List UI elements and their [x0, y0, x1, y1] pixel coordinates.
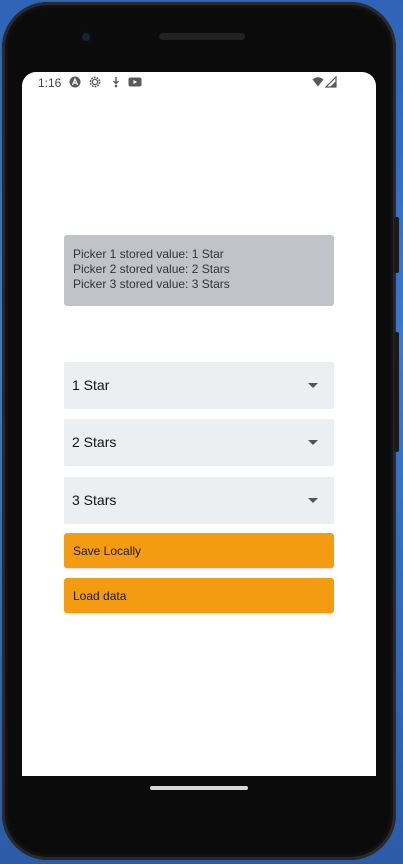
load-data-label: Load data: [73, 589, 127, 603]
signal-icon: [325, 76, 337, 88]
front-camera: [80, 31, 92, 43]
wifi-icon: [312, 77, 324, 87]
picker-1-selected-value: 1 Star: [72, 377, 110, 393]
picker-2-stored-value: Picker 2 stored value: 2 Stars: [73, 262, 230, 276]
download-icon: [113, 77, 119, 88]
picker-2-selected-value: 2 Stars: [72, 434, 117, 450]
status-bar: 1:16: [22, 72, 376, 94]
dropdown-arrow-icon: [308, 383, 318, 388]
picker-3[interactable]: 3 Stars: [64, 477, 334, 524]
picker-3-selected-value: 3 Stars: [72, 492, 117, 508]
dropdown-arrow-icon: [308, 498, 318, 503]
save-locally-label: Save Locally: [73, 544, 142, 558]
picker-2[interactable]: 2 Stars: [64, 419, 334, 466]
status-time: 1:16: [38, 76, 62, 90]
save-locally-button[interactable]: Save Locally: [64, 533, 334, 568]
power-button: [394, 217, 399, 273]
earpiece-speaker: [159, 33, 245, 40]
app-screen: 1:16 Picker 1 stored value: 1 Star Picke…: [22, 72, 376, 776]
home-indicator[interactable]: [150, 786, 248, 790]
picker-1-stored-value: Picker 1 stored value: 1 Star: [73, 247, 224, 261]
dropdown-arrow-icon: [308, 440, 318, 445]
gear-icon: [89, 76, 101, 88]
stored-values-panel: Picker 1 stored value: 1 Star Picker 2 s…: [64, 235, 334, 306]
picker-1[interactable]: 1 Star: [64, 362, 334, 409]
load-data-button[interactable]: Load data: [64, 578, 334, 613]
app-a-icon: [69, 76, 81, 88]
volume-button: [394, 332, 399, 452]
youtube-icon: [128, 77, 142, 87]
picker-3-stored-value: Picker 3 stored value: 3 Stars: [73, 277, 230, 291]
